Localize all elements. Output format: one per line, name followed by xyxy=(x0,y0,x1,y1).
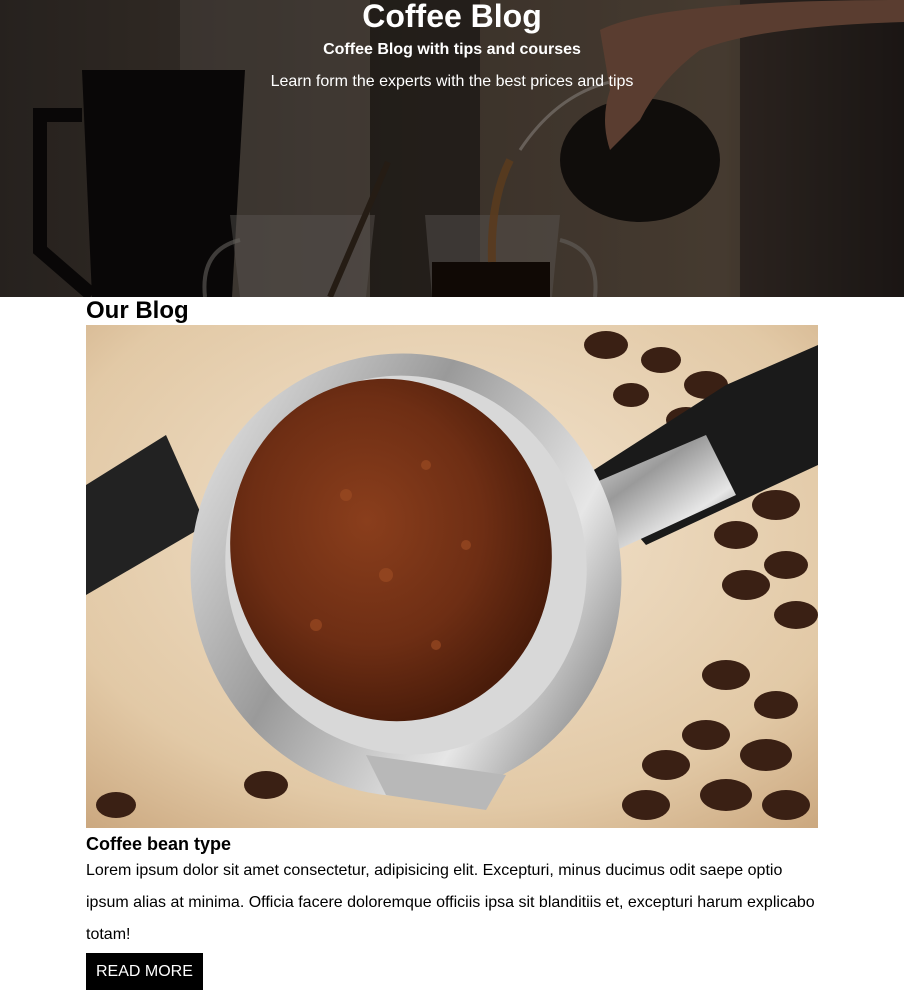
site-tagline: Learn form the experts with the best pri… xyxy=(270,73,634,90)
post-excerpt: Lorem ipsum dolor sit amet consectetur, … xyxy=(86,862,815,943)
blog-post: Coffee bean type Lorem ipsum dolor sit a… xyxy=(86,325,818,990)
section-title: Our Blog xyxy=(86,297,189,324)
site-title: Coffee Blog xyxy=(362,0,542,34)
read-more-button[interactable]: READ MORE xyxy=(86,953,203,990)
blog-section: Our Blog Coffee bean type Lorem ipsum do… xyxy=(86,297,818,990)
site-subtitle: Coffee Blog with tips and courses xyxy=(323,41,581,58)
post-image-portafilter-coffee xyxy=(86,325,818,828)
hero-header: Coffee Blog Coffee Blog with tips and co… xyxy=(0,0,904,297)
